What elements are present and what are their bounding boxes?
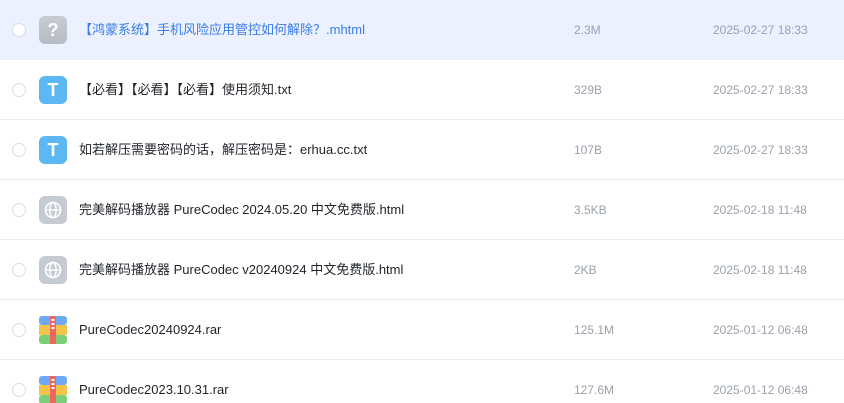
file-name[interactable]: 如若解压需要密码的话，解压密码是：erhua.cc.txt <box>79 142 367 158</box>
file-date: 2025-01-12 06:48 <box>713 323 808 337</box>
file-list: ? 【鸿蒙系统】手机风险应用管控如何解除？.mhtml 2.3M 2025-02… <box>0 0 844 403</box>
file-date: 2025-02-18 11:48 <box>713 203 807 217</box>
file-name[interactable]: PureCodec2023.10.31.rar <box>79 382 229 398</box>
select-checkbox[interactable] <box>12 83 26 97</box>
file-size: 2KB <box>574 263 597 277</box>
file-size: 127.6M <box>574 383 615 397</box>
text-file-icon: T <box>39 76 67 104</box>
select-checkbox[interactable] <box>12 23 26 37</box>
file-name[interactable]: 完美解码播放器 PureCodec v20240924 中文免费版.html <box>79 262 403 278</box>
file-name[interactable]: 完美解码播放器 PureCodec 2024.05.20 中文免费版.html <box>79 202 404 218</box>
file-size: 125.1M <box>574 323 615 337</box>
file-row[interactable]: ? 【鸿蒙系统】手机风险应用管控如何解除？.mhtml 2.3M 2025-02… <box>0 0 844 60</box>
file-size: 2.3M <box>574 23 601 37</box>
file-size: 3.5KB <box>574 203 607 217</box>
file-row[interactable]: T 【必看】【必看】【必看】使用须知.txt 329B 2025-02-27 1… <box>0 60 844 120</box>
select-checkbox[interactable] <box>12 323 26 337</box>
archive-icon <box>39 376 67 403</box>
file-date: 2025-01-12 06:48 <box>713 383 808 397</box>
file-date: 2025-02-27 18:33 <box>713 143 808 157</box>
globe-icon <box>39 256 67 284</box>
file-row[interactable]: T 如若解压需要密码的话，解压密码是：erhua.cc.txt 107B 202… <box>0 120 844 180</box>
select-checkbox[interactable] <box>12 383 26 397</box>
file-date: 2025-02-27 18:33 <box>713 23 808 37</box>
archive-icon <box>39 316 67 344</box>
globe-icon <box>39 196 67 224</box>
file-date: 2025-02-18 11:48 <box>713 263 807 277</box>
unknown-file-icon: ? <box>39 16 67 44</box>
file-date: 2025-02-27 18:33 <box>713 83 808 97</box>
select-checkbox[interactable] <box>12 263 26 277</box>
select-checkbox[interactable] <box>12 143 26 157</box>
file-row[interactable]: PureCodec2023.10.31.rar 127.6M 2025-01-1… <box>0 360 844 403</box>
file-size: 107B <box>574 143 603 157</box>
file-row[interactable]: 完美解码播放器 PureCodec 2024.05.20 中文免费版.html … <box>0 180 844 240</box>
file-size: 329B <box>574 83 603 97</box>
file-row[interactable]: 完美解码播放器 PureCodec v20240924 中文免费版.html 2… <box>0 240 844 300</box>
text-file-icon: T <box>39 136 67 164</box>
file-row[interactable]: PureCodec20240924.rar 125.1M 2025-01-12 … <box>0 300 844 360</box>
file-name[interactable]: PureCodec20240924.rar <box>79 322 221 338</box>
file-name[interactable]: 【必看】【必看】【必看】使用须知.txt <box>79 82 291 98</box>
file-name[interactable]: 【鸿蒙系统】手机风险应用管控如何解除？.mhtml <box>79 22 365 38</box>
select-checkbox[interactable] <box>12 203 26 217</box>
